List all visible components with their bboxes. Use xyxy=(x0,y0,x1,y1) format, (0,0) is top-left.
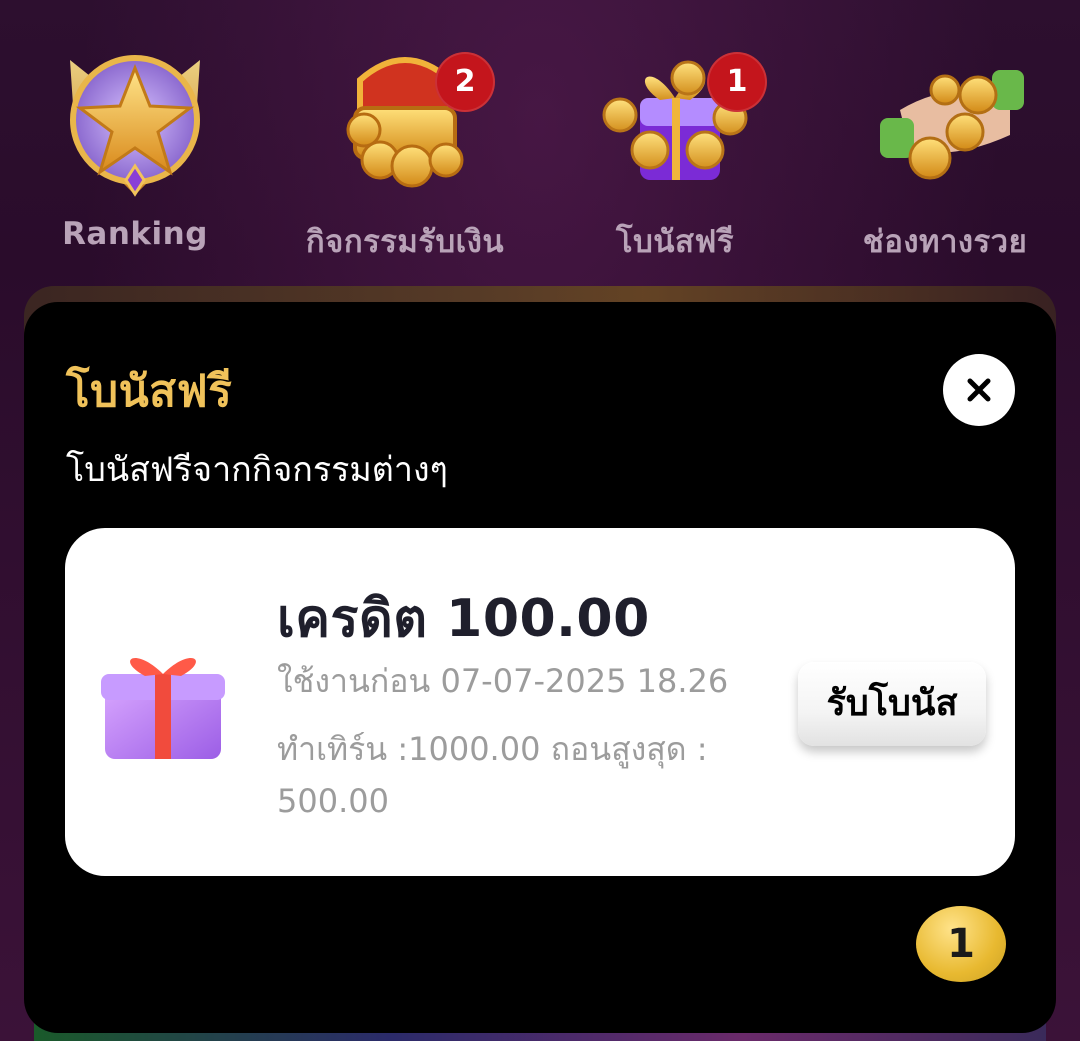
bonus-expiry: ใช้งานก่อน 07-07-2025 18.26 xyxy=(277,662,729,700)
nav-label-activity: กิจกรรมรับเงิน xyxy=(305,224,505,260)
close-button[interactable] xyxy=(943,354,1015,426)
bonus-turnover-line: ทำเทิร์น :1000.00 ถอนสูงสุด : xyxy=(277,730,708,768)
nav-item-rich-channel[interactable]: ช่องทางรวย xyxy=(815,30,1075,270)
gift-icon xyxy=(101,657,225,759)
nav-label-rich-channel: ช่องทางรวย xyxy=(862,224,1028,260)
close-icon xyxy=(967,378,991,402)
top-navigation: Ranking 2 กิจกรรมรับเงิน 1 โบนัสฟรี ช่อง… xyxy=(0,30,1080,270)
star-trophy-icon xyxy=(70,55,200,197)
free-bonus-modal: โบนัสฟรี โบนัสฟรีจากกิจกรรมต่างๆ เครดิต … xyxy=(24,302,1056,1033)
nav-item-free-bonus[interactable]: 1 โบนัสฟรี xyxy=(545,30,805,270)
page-indicator[interactable]: 1 xyxy=(916,906,1006,982)
claim-bonus-button[interactable]: รับโบนัส xyxy=(798,662,986,746)
modal-subtitle: โบนัสฟรีจากกิจกรรมต่างๆ xyxy=(66,450,448,490)
coin-hand-icon xyxy=(880,70,1024,180)
nav-label-ranking: Ranking xyxy=(62,216,208,252)
notification-badge: 1 xyxy=(707,52,767,112)
notification-badge: 2 xyxy=(435,52,495,112)
nav-item-activity[interactable]: 2 กิจกรรมรับเงิน xyxy=(275,30,535,270)
modal-title: โบนัสฟรี xyxy=(66,366,233,417)
bonus-card: เครดิต 100.00 ใช้งานก่อน 07-07-2025 18.2… xyxy=(65,528,1015,876)
nav-item-ranking[interactable]: Ranking xyxy=(5,30,265,270)
bonus-amount: เครดิต 100.00 xyxy=(277,589,650,649)
nav-label-free-bonus: โบนัสฟรี xyxy=(615,224,735,260)
bonus-max-withdraw-value: 500.00 xyxy=(277,782,389,820)
